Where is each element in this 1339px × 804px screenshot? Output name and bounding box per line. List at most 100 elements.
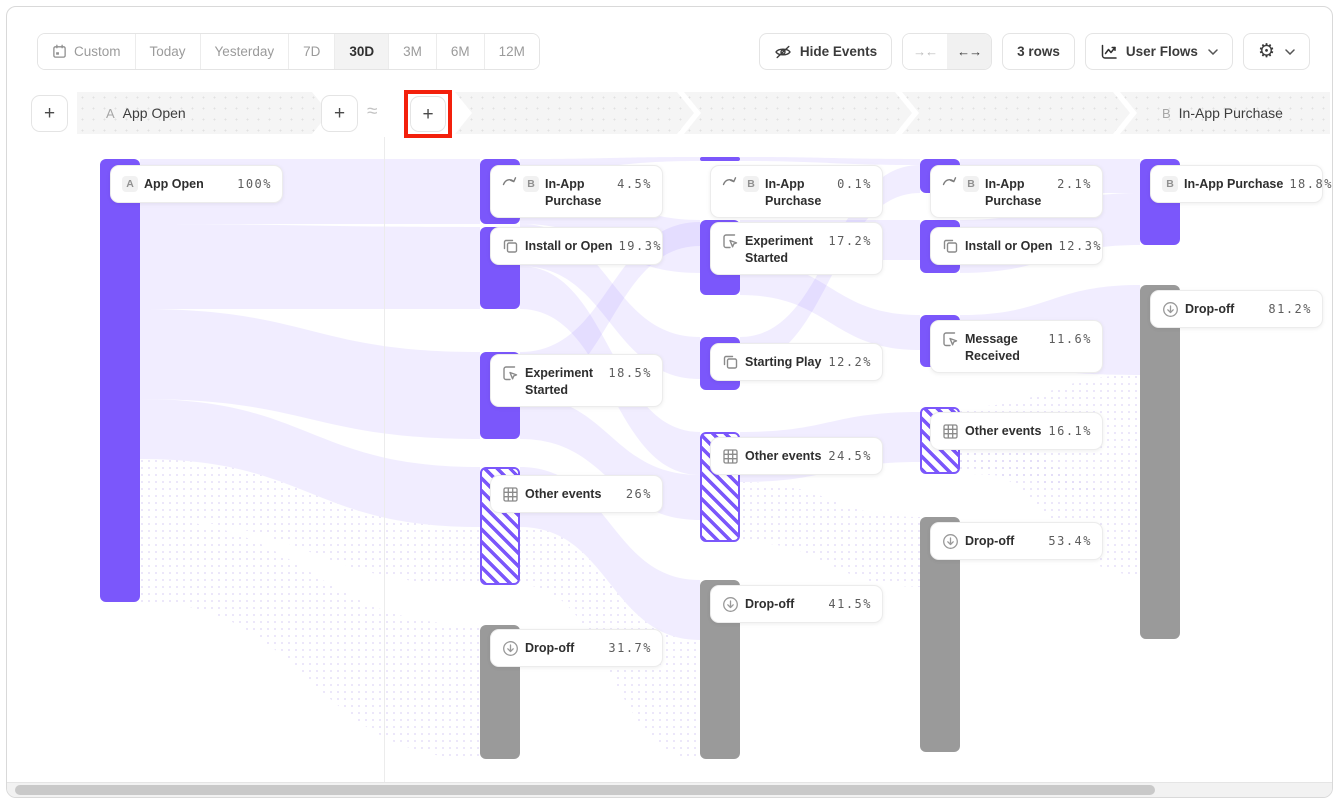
date-range-12m[interactable]: 12M bbox=[485, 34, 539, 69]
click-icon bbox=[942, 331, 959, 348]
flow-node-card-experiment-started[interactable]: Experiment Started17.2% bbox=[710, 222, 883, 275]
step-end-label: In-App Purchase bbox=[1179, 105, 1283, 121]
horizontal-scrollbar[interactable] bbox=[7, 782, 1332, 797]
step-start-label: App Open bbox=[123, 105, 186, 121]
flow-node-card-drop-off[interactable]: Drop-off53.4% bbox=[930, 522, 1103, 560]
conversion-arrow-icon bbox=[722, 176, 737, 187]
date-range-label: 6M bbox=[451, 44, 470, 59]
conversion-arrow-icon bbox=[502, 176, 517, 187]
flow-ribbons bbox=[7, 137, 1333, 793]
flow-node-card-in-app-purchase[interactable]: BIn-App Purchase4.5% bbox=[490, 165, 663, 218]
flow-node-card-drop-off[interactable]: Drop-off31.7% bbox=[490, 629, 663, 667]
percent-value: 16.1% bbox=[1048, 423, 1092, 438]
event-label: In-App Purchase bbox=[985, 176, 1051, 210]
click-icon bbox=[722, 233, 739, 250]
hide-events-button[interactable]: Hide Events bbox=[759, 33, 892, 70]
flow-node-card-other-events[interactable]: Other events26% bbox=[490, 475, 663, 513]
chevron-down-icon bbox=[1208, 49, 1218, 55]
flow-bar-app-open[interactable] bbox=[100, 159, 140, 602]
flow-node-card-drop-off[interactable]: Drop-off41.5% bbox=[710, 585, 883, 623]
date-range-label: 30D bbox=[349, 44, 374, 59]
date-range-3m[interactable]: 3M bbox=[389, 34, 437, 69]
event-label: Starting Play bbox=[745, 354, 822, 371]
date-range-today[interactable]: Today bbox=[136, 34, 201, 69]
date-range-yesterday[interactable]: Yesterday bbox=[201, 34, 290, 69]
step-divider-line bbox=[384, 137, 385, 788]
step-letter: A bbox=[106, 106, 115, 121]
percent-value: 81.2% bbox=[1268, 301, 1312, 316]
date-range-label: 7D bbox=[303, 44, 320, 59]
add-step-before-button[interactable]: + bbox=[31, 95, 68, 132]
rows-button[interactable]: 3 rows bbox=[1002, 33, 1075, 70]
flow-node-card-install-or-open[interactable]: Install or Open 19.3% bbox=[490, 227, 663, 265]
grid-icon bbox=[722, 448, 739, 465]
percent-value: 24.5% bbox=[828, 448, 872, 463]
flow-node-card-app-open[interactable]: AApp Open100% bbox=[110, 165, 283, 203]
percent-value: 31.7% bbox=[608, 640, 652, 655]
dropoff-icon bbox=[1162, 301, 1179, 318]
event-letter-badge: B bbox=[1162, 176, 1178, 192]
step-band-end[interactable]: B In-App Purchase bbox=[1120, 92, 1330, 134]
flow-node-card-in-app-purchase[interactable]: B In-App Purchase 0.1% bbox=[710, 165, 883, 218]
view-selector-button[interactable]: User Flows bbox=[1085, 33, 1233, 70]
dropoff-icon bbox=[722, 596, 739, 613]
flow-node-card-in-app-purchase[interactable]: BIn-App Purchase18.8% bbox=[1150, 165, 1323, 203]
grid-icon bbox=[502, 486, 519, 503]
user-flows-icon bbox=[1100, 44, 1118, 60]
percent-value: 4.5% bbox=[617, 176, 652, 191]
scrollbar-thumb[interactable] bbox=[15, 785, 1155, 795]
event-letter-badge: B bbox=[743, 176, 759, 192]
date-range-6m[interactable]: 6M bbox=[437, 34, 485, 69]
event-label: Message Received bbox=[965, 331, 1035, 365]
rows-label: 3 rows bbox=[1017, 44, 1060, 59]
percent-value: 19.3% bbox=[619, 238, 663, 253]
date-range-label: Yesterday bbox=[215, 44, 275, 59]
flow-node-card-drop-off[interactable]: Drop-off 81.2% bbox=[1150, 290, 1323, 328]
flow-node-card-other-events[interactable]: Other events16.1% bbox=[930, 412, 1103, 450]
spacing-toggle: →← ←→ bbox=[902, 33, 992, 70]
grid-icon bbox=[942, 423, 959, 440]
event-label: Experiment Started bbox=[745, 233, 815, 267]
toolbar-right: Hide Events →← ←→ 3 rows User Flows ⚙ bbox=[759, 33, 1310, 70]
percent-value: 0.1% bbox=[837, 176, 872, 191]
event-label: Other events bbox=[745, 448, 822, 465]
hide-events-label: Hide Events bbox=[800, 44, 877, 59]
event-label: Drop-off bbox=[1185, 301, 1262, 318]
percent-value: 2.1% bbox=[1057, 176, 1092, 191]
user-flows-panel: CustomToday Yesterday 7D 30D 3M 6M 12M Hide Ev… bbox=[6, 6, 1333, 798]
calendar-icon bbox=[52, 44, 67, 59]
event-letter-badge: B bbox=[963, 176, 979, 192]
install-icon bbox=[502, 238, 519, 255]
date-range-7d[interactable]: 7D bbox=[289, 34, 335, 69]
percent-value: 26% bbox=[626, 486, 652, 501]
event-label: Install or Open bbox=[525, 238, 613, 255]
date-range-custom[interactable]: Custom bbox=[38, 34, 136, 69]
flow-bar-in-app-purchase[interactable] bbox=[700, 157, 740, 161]
step-band-4[interactable] bbox=[902, 92, 1130, 134]
expand-columns-button[interactable]: ←→ bbox=[947, 34, 991, 69]
event-label: Experiment Started bbox=[525, 365, 595, 399]
collapse-columns-button[interactable]: →← bbox=[903, 34, 947, 69]
step-letter: B bbox=[1162, 106, 1171, 121]
flow-canvas: AApp Open100%BIn-App Purchase4.5%Install… bbox=[7, 137, 1333, 793]
step-band-2[interactable] bbox=[455, 92, 694, 134]
flow-node-card-experiment-started[interactable]: Experiment Started18.5% bbox=[490, 354, 663, 407]
settings-button[interactable]: ⚙ bbox=[1243, 33, 1310, 70]
flow-node-card-install-or-open[interactable]: Install or Open12.3% bbox=[930, 227, 1103, 265]
flow-node-card-other-events[interactable]: Other events 24.5% bbox=[710, 437, 883, 475]
arrows-inward-icon: →← bbox=[913, 44, 937, 59]
date-range-label: 3M bbox=[403, 44, 422, 59]
event-label: In-App Purchase bbox=[765, 176, 831, 210]
conversion-arrow-icon bbox=[942, 176, 957, 187]
date-range-label: 12M bbox=[499, 44, 525, 59]
flow-bar-drop-off[interactable] bbox=[1140, 285, 1180, 639]
date-range-30d[interactable]: 30D bbox=[335, 34, 389, 69]
add-step-middle-button[interactable]: + bbox=[321, 95, 358, 132]
flow-node-card-starting-play[interactable]: Starting Play12.2% bbox=[710, 343, 883, 381]
click-icon bbox=[502, 365, 519, 382]
flow-node-card-message-received[interactable]: Message Received11.6% bbox=[930, 320, 1103, 373]
step-band-start[interactable]: A App Open bbox=[77, 92, 329, 134]
flow-node-card-in-app-purchase[interactable]: B In-App Purchase 2.1% bbox=[930, 165, 1103, 218]
step-band-3[interactable] bbox=[684, 92, 912, 134]
add-step-highlighted-button[interactable]: + bbox=[410, 96, 446, 132]
